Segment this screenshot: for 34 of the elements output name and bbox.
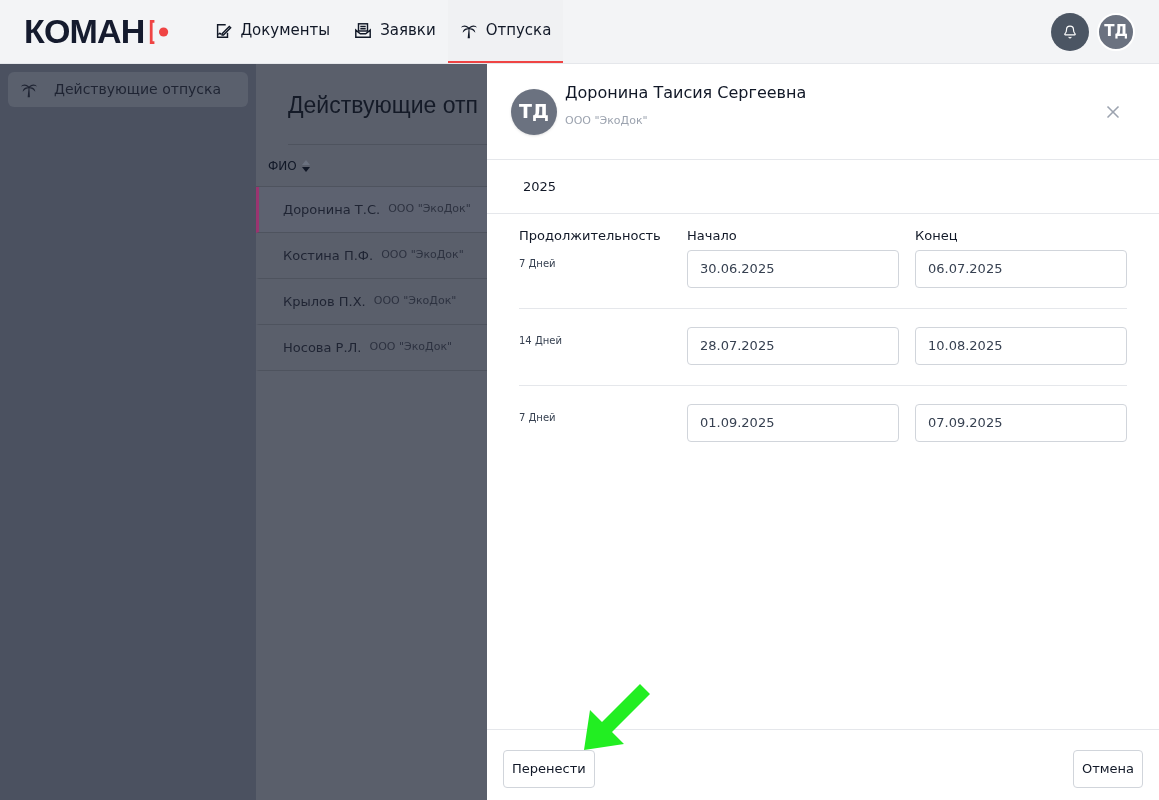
nav-tab[interactable]: Документы <box>202 0 343 63</box>
employee-name: Доронина Т.С. <box>283 200 381 219</box>
year-label: 2025 <box>523 177 557 196</box>
employee-name: Крылов П.Х. <box>283 292 366 311</box>
page-title: Действующие отп <box>288 91 478 120</box>
employee-full-name: Доронина Таисия Сергеевна <box>565 82 807 105</box>
duration-text: 7 Дней <box>519 256 557 271</box>
notifications-button[interactable] <box>1051 12 1089 51</box>
logo-text: КОМАН <box>24 11 145 52</box>
inbox-tray-icon <box>354 21 373 40</box>
nav-tab[interactable]: Заявки <box>342 0 448 63</box>
start-date-field[interactable]: 01.09.2025 <box>687 403 899 442</box>
company-name: ООО "ЭкоДок" <box>565 113 649 130</box>
reschedule-button[interactable]: Перенести <box>503 750 595 788</box>
column-label: Продолжительность <box>519 227 662 245</box>
employee-name: Костина П.Ф. <box>283 246 374 265</box>
column-label: Конец <box>915 227 959 245</box>
logo-mark-icon <box>148 18 171 45</box>
start-date-field[interactable]: 28.07.2025 <box>687 326 899 365</box>
end-date-field[interactable]: 10.08.2025 <box>915 326 1127 365</box>
sort-icon <box>300 158 311 173</box>
bell-icon <box>1063 24 1077 39</box>
document-pen-icon <box>214 21 233 40</box>
end-date-field[interactable]: 07.09.2025 <box>915 403 1127 442</box>
user-avatar[interactable]: ТД <box>1097 12 1135 51</box>
employee-name: Носова Р.Л. <box>283 338 362 357</box>
cancel-button[interactable]: Отмена <box>1072 750 1143 788</box>
end-date-field[interactable]: 06.07.2025 <box>915 249 1127 288</box>
duration-text: 7 Дней <box>519 410 557 425</box>
annotation-arrow <box>584 684 650 750</box>
column-label: Начало <box>687 227 738 245</box>
start-date-field[interactable]: 30.06.2025 <box>687 249 899 288</box>
duration-text: 14 Дней <box>519 333 563 348</box>
user-avatar: ТД <box>511 88 557 135</box>
